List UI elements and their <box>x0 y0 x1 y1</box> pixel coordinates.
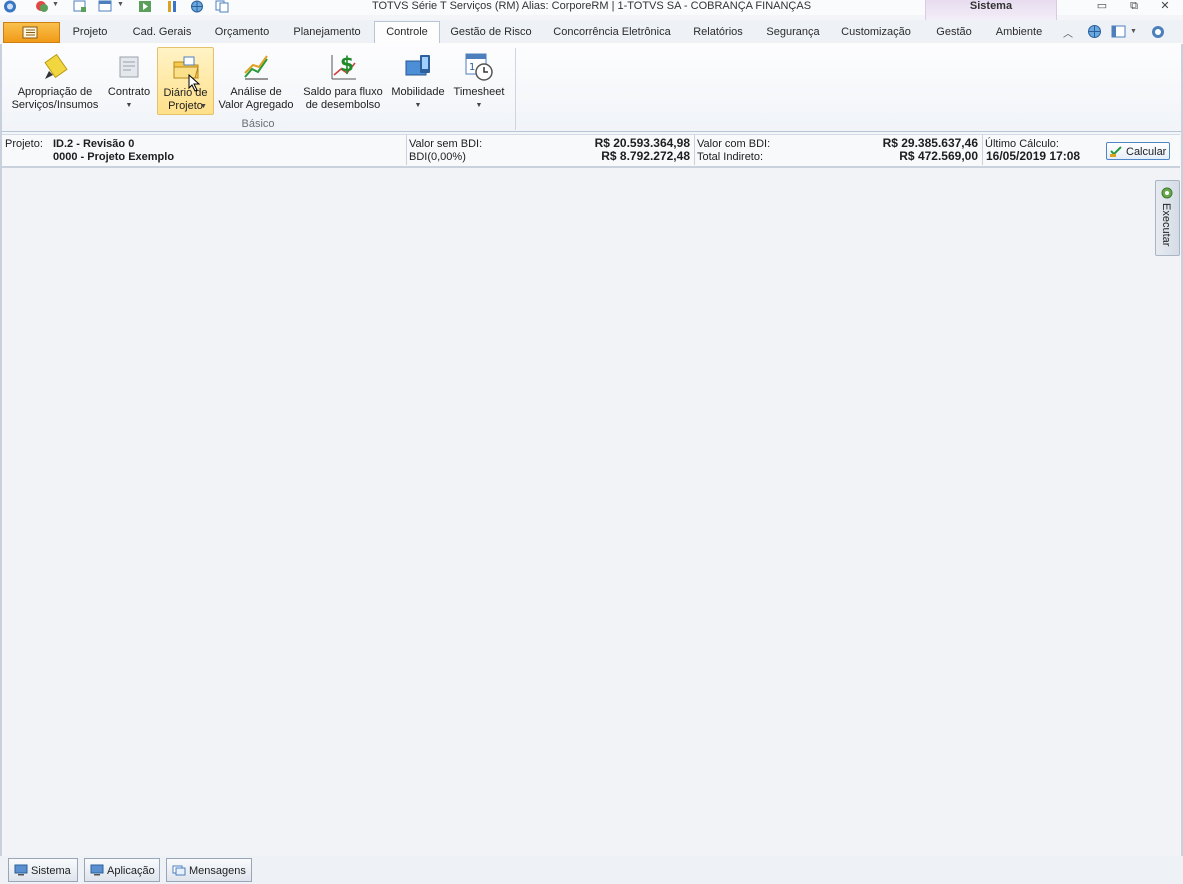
pencil-icon <box>44 53 68 79</box>
analise-valor-agregado-button[interactable]: Análise de Valor Agregado <box>216 47 296 113</box>
valor-com-bdi-label: Valor com BDI: <box>697 138 771 150</box>
tab-ambiente[interactable]: Ambiente <box>988 22 1050 42</box>
application-menu-button[interactable] <box>3 22 60 43</box>
dropdown-arrow-icon: ▼ <box>125 102 133 109</box>
layout-options-icon[interactable] <box>1111 25 1126 38</box>
app-orb-icon[interactable] <box>3 0 17 13</box>
bottom-tab-mensagens[interactable]: Mensagens <box>166 858 252 882</box>
bottom-tab-sistema-label: Sistema <box>31 865 71 877</box>
dropdown-arrow-icon[interactable]: ▼ <box>117 1 124 8</box>
tab-customizacao[interactable]: Customização <box>836 22 916 42</box>
tab-relatorios[interactable]: Relatórios <box>684 22 752 42</box>
bottom-tab-aplicacao-label: Aplicação <box>107 865 155 877</box>
saldo-fluxo-desembolso-button[interactable]: $ Saldo para fluxo de desembolso <box>300 47 386 113</box>
new-window-icon[interactable] <box>73 0 87 13</box>
minimize-button[interactable]: ▭ <box>1093 0 1111 13</box>
layout-icon[interactable] <box>98 0 112 13</box>
ribbon-group-separator <box>515 48 516 130</box>
copy-icon[interactable] <box>215 0 229 13</box>
tab-cad-gerais[interactable]: Cad. Gerais <box>124 22 200 42</box>
executar-label: Executar <box>1160 203 1172 247</box>
timesheet-label: Timesheet <box>453 86 505 98</box>
saldo-fluxo-desembolso-label: Saldo para fluxo de desembolso <box>303 86 383 111</box>
restore-button[interactable]: ⧉ <box>1125 0 1143 13</box>
diario-de-projeto-button[interactable]: Diário de Projeto ▼ <box>157 47 214 115</box>
bdi-value: R$ 8.792.272,48 <box>601 149 690 163</box>
total-indireto-label: Total Indireto: <box>697 151 764 163</box>
mobilidade-label: Mobilidade <box>391 86 445 98</box>
project-id: ID.2 - Revisão 0 <box>53 138 135 150</box>
close-button[interactable]: ✕ <box>1156 0 1174 13</box>
apropriacao-label: Apropriação de Serviços/Insumos <box>11 86 99 111</box>
bottom-tab-mensagens-label: Mensagens <box>189 865 246 877</box>
calculate-icon <box>1110 146 1122 157</box>
tab-orcamento[interactable]: Orçamento <box>206 22 278 42</box>
info-separator <box>406 135 407 165</box>
tab-gestao-de-risco[interactable]: Gestão de Risco <box>444 22 538 42</box>
mouse-cursor-icon <box>188 74 201 92</box>
dollar-icon: $ <box>331 52 356 80</box>
dropdown-arrow-icon: ▼ <box>475 102 483 109</box>
globe-icon[interactable] <box>1087 24 1102 39</box>
collapse-ribbon-icon[interactable]: ︿ <box>1063 25 1073 40</box>
chart-icon <box>244 55 268 80</box>
project-label: Projeto: <box>5 138 43 150</box>
ultimo-calculo-value: 16/05/2019 17:08 <box>986 149 1081 163</box>
timesheet-button[interactable]: 1 Timesheet ▼ <box>450 47 508 113</box>
tab-planejamento[interactable]: Planejamento <box>284 22 370 42</box>
context-tab-sistema[interactable]: Sistema <box>925 0 1057 20</box>
tab-seguranca[interactable]: Segurança <box>758 22 828 42</box>
svg-text:1: 1 <box>469 62 475 73</box>
dropdown-arrow-icon: ▼ <box>200 103 207 110</box>
contrato-button[interactable]: Contrato ▼ <box>104 47 154 113</box>
dropdown-arrow-icon[interactable]: ▼ <box>52 1 59 8</box>
executar-side-tab[interactable]: Executar <box>1155 180 1180 256</box>
tab-gestao[interactable]: Gestão <box>928 22 980 42</box>
menu-list-icon <box>22 26 38 39</box>
calcular-button[interactable]: Calcular <box>1106 142 1170 160</box>
window-frame-left <box>0 44 2 882</box>
bdi-label: BDI(0,00%) <box>409 151 466 163</box>
calendar-clock-icon: 1 <box>465 53 493 81</box>
total-indireto-value: R$ 472.569,00 <box>899 149 978 163</box>
bottom-tab-aplicacao[interactable]: Aplicação <box>84 858 160 882</box>
monitor-icon <box>90 864 104 876</box>
ribbon-group-label: Básico <box>241 118 275 130</box>
mobile-icon <box>405 55 430 76</box>
help-icon[interactable] <box>1151 25 1165 39</box>
dropdown-arrow-icon[interactable]: ▼ <box>1130 28 1137 35</box>
bottom-tab-sistema[interactable]: Sistema <box>8 858 78 882</box>
calcular-label: Calcular <box>1126 146 1167 158</box>
tab-projeto[interactable]: Projeto <box>62 22 118 42</box>
project-name: 0000 - Projeto Exemplo <box>53 151 175 163</box>
contrato-label: Contrato <box>107 86 151 98</box>
tab-concorrencia-eletronica[interactable]: Concorrência Eletrônica <box>546 22 678 42</box>
svg-text:$: $ <box>340 52 354 76</box>
dropdown-arrow-icon: ▼ <box>414 102 422 109</box>
monitor-icon <box>14 864 28 876</box>
info-separator <box>694 135 695 165</box>
valor-sem-bdi-label: Valor sem BDI: <box>409 138 483 150</box>
globe-icon[interactable] <box>190 0 204 13</box>
run-icon[interactable] <box>138 0 152 13</box>
analise-valor-agregado-label: Análise de Valor Agregado <box>218 86 294 111</box>
apropriacao-button[interactable]: Apropriação de Serviços/Insumos <box>8 47 102 113</box>
main-workspace <box>3 168 1180 858</box>
info-separator <box>982 135 983 165</box>
messages-icon <box>172 865 186 876</box>
tab-controle[interactable]: Controle <box>374 21 440 44</box>
contract-icon <box>119 56 139 78</box>
user-icon[interactable] <box>35 0 49 13</box>
tools-icon[interactable] <box>165 0 179 13</box>
gear-run-icon <box>1161 187 1173 199</box>
mobilidade-button[interactable]: Mobilidade ▼ <box>390 47 446 113</box>
